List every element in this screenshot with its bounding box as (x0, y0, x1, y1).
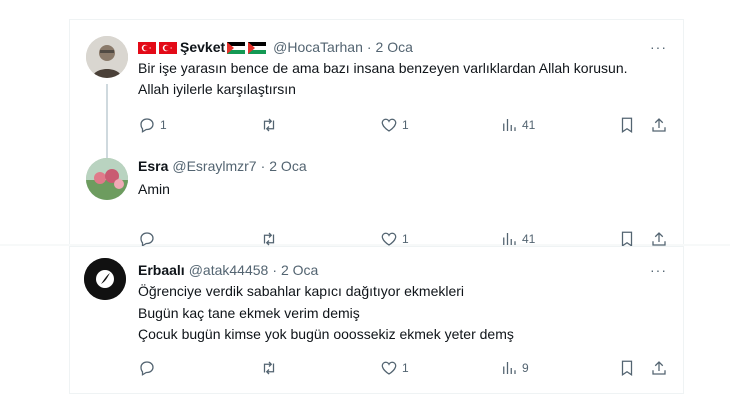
reply-button[interactable]: 1 (138, 116, 167, 134)
retweet-button[interactable] (260, 359, 282, 377)
tweet-esra[interactable]: Esra @Esraylmzr7 · 2 Oca Amin 1 41 (70, 144, 683, 247)
tweet-text: Bir işe yarasın bence de ama bazı insana… (138, 60, 628, 97)
share-icon (652, 361, 666, 375)
palestine-flag-icon (248, 41, 267, 54)
analytics-icon (503, 119, 516, 131)
avatar[interactable] (84, 258, 126, 300)
analytics-icon (503, 362, 516, 374)
avatar-photo-icon (86, 36, 128, 78)
heart-icon (381, 118, 397, 132)
reply-standalone: Erbaalı @atak44458 · 2 Oca ··· Öğrenciye… (69, 246, 684, 394)
separator-dot: · (272, 262, 277, 278)
reply-count: 1 (160, 118, 167, 132)
reply-thread: Şevket @HocaTarhan · 2 Oca ··· Bir işe y… (69, 19, 684, 247)
username[interactable]: @HocaTarhan (273, 39, 363, 55)
like-count: 1 (402, 361, 409, 375)
separator-dot: · (366, 39, 372, 55)
tweet-text-line-1: Öğrenciye verdik sabahlar kapıcı dağıtıy… (138, 283, 465, 299)
tweet-header: Esra @Esraylmzr7 · 2 Oca (138, 158, 307, 174)
timestamp[interactable]: 2 Oca (281, 262, 318, 278)
timestamp[interactable]: 2 Oca (269, 158, 306, 174)
username[interactable]: @atak44458 (189, 262, 269, 278)
display-name[interactable]: Esra (138, 158, 168, 174)
timestamp[interactable]: 2 Oca (376, 39, 413, 55)
like-button[interactable]: 1 (380, 359, 409, 377)
retweet-icon (263, 118, 275, 132)
display-name[interactable]: Erbaalı (138, 262, 185, 278)
views-button[interactable]: 41 (500, 116, 535, 134)
retweet-icon (263, 361, 275, 375)
retweet-button[interactable] (260, 116, 282, 134)
avatar[interactable] (86, 158, 128, 200)
separator-dot: · (260, 158, 266, 174)
tweet-erbaali[interactable]: Erbaalı @atak44458 · 2 Oca ··· Öğrenciye… (70, 247, 683, 393)
reply-icon (140, 118, 154, 133)
like-count: 1 (402, 232, 409, 246)
bookmark-button[interactable] (618, 116, 636, 134)
bookmark-icon (621, 117, 633, 133)
more-options-button[interactable]: ··· (650, 262, 667, 278)
tweet-header: Erbaalı @atak44458 · 2 Oca (138, 262, 318, 278)
display-name[interactable]: Şevket (180, 39, 225, 55)
username[interactable]: @Esraylmzr7 (172, 158, 256, 174)
reply-button[interactable] (138, 359, 160, 377)
heart-icon (381, 361, 397, 375)
like-button[interactable]: 1 (380, 116, 409, 134)
more-options-button[interactable]: ··· (650, 39, 667, 55)
avatar[interactable] (86, 36, 128, 78)
view-count: 41 (522, 118, 536, 132)
share-button[interactable] (650, 359, 668, 377)
share-icon (652, 118, 666, 132)
bookmark-button[interactable] (618, 359, 636, 377)
logo-avatar-icon (84, 258, 126, 300)
like-count: 1 (402, 118, 409, 132)
views-button[interactable]: 9 (500, 359, 529, 377)
tweet-text: Amin (138, 181, 170, 197)
tweet-actions: 1 9 (70, 359, 683, 379)
avatar-photo-icon (86, 158, 128, 200)
view-count: 41 (522, 232, 536, 246)
share-button[interactable] (650, 116, 668, 134)
tweet-actions: 1 1 41 (70, 116, 683, 136)
tweet-sevket[interactable]: Şevket @HocaTarhan · 2 Oca ··· Bir işe y… (70, 20, 683, 164)
turkey-flag-icon (138, 41, 156, 54)
tweet-text-line-2: Bugün kaç tane ekmek verim demiş (138, 305, 360, 321)
reply-icon (140, 361, 154, 376)
palestine-flag-icon (227, 41, 246, 54)
bookmark-icon (621, 360, 633, 376)
tweet-header: Şevket @HocaTarhan · 2 Oca (138, 39, 413, 55)
tweet-text-line-3: Çocuk bugün kimse yok bugün ooossekiz ek… (138, 326, 514, 342)
view-count: 9 (522, 361, 529, 375)
turkey-flag-icon (159, 41, 177, 54)
